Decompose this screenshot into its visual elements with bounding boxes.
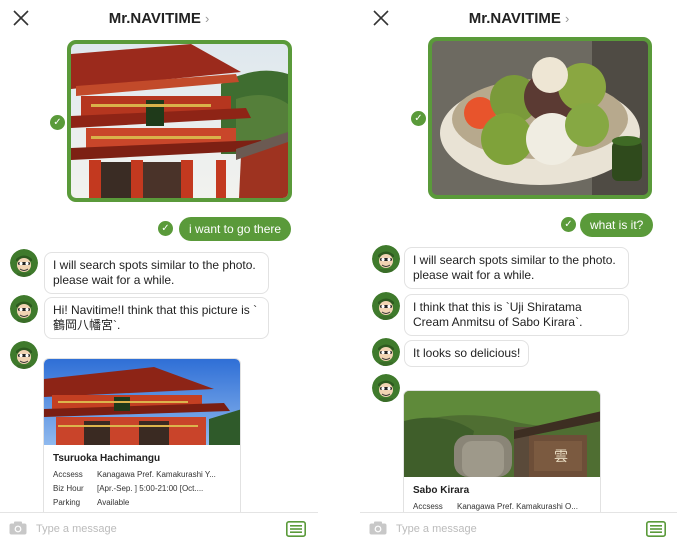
bot-avatar [10, 249, 38, 277]
chat-title[interactable]: Mr.NAVITIME › [360, 10, 677, 27]
chat-title-text: Mr.NAVITIME [468, 10, 561, 27]
bot-avatar [10, 341, 38, 369]
chat-title[interactable]: Mr.NAVITIME › [0, 10, 318, 27]
spot-info-row: Parking Available [53, 498, 130, 507]
user-message-bubble: what is it? [580, 213, 654, 237]
check-icon: ✓ [411, 111, 426, 126]
bot-avatar [372, 374, 400, 402]
spot-photo [44, 359, 240, 445]
shrine-photo [71, 44, 288, 198]
camera-icon[interactable] [369, 521, 387, 535]
keyboard-menu-icon[interactable] [286, 521, 306, 537]
spot-result-card[interactable]: Tsuruoka Hachimangu Accsess Kanagawa Pref… [43, 358, 241, 525]
chat-screen-left: Mr.NAVITIME › ✓ ✓ i want to go there I w… [0, 0, 318, 545]
sent-photo-message[interactable] [67, 40, 292, 202]
chevron-right-icon: › [564, 11, 570, 26]
check-icon: ✓ [158, 221, 173, 236]
spot-result-card[interactable]: 雲 Sabo Kirara Accsess Kanagawa Pref. Kama… [403, 390, 601, 529]
svg-text:雲: 雲 [554, 449, 568, 465]
message-input-bar [360, 512, 677, 545]
chat-header: Mr.NAVITIME › [0, 0, 318, 36]
spot-info-row: Biz Hour [Apr.-Sep. ] 5:00-21:00 [Oct.... [53, 484, 204, 493]
chevron-right-icon: › [204, 11, 210, 26]
camera-icon[interactable] [9, 521, 27, 535]
spot-info-row: Accsess Kanagawa Pref. Kamakurashi Y... [53, 470, 216, 479]
spot-photo: 雲 [404, 391, 600, 477]
check-icon: ✓ [561, 217, 576, 232]
spot-title: Sabo Kirara [413, 485, 470, 496]
bot-message-bubble: Hi! Navitime!I think that this picture i… [44, 297, 269, 339]
chat-header: Mr.NAVITIME › [360, 0, 677, 36]
user-message-bubble: i want to go there [179, 217, 292, 241]
spot-title: Tsuruoka Hachimangu [53, 453, 161, 464]
keyboard-menu-icon[interactable] [646, 521, 666, 537]
bot-message-bubble: I will search spots similar to the photo… [44, 252, 269, 294]
bot-avatar [10, 295, 38, 323]
dessert-photo [432, 41, 648, 195]
message-input-bar [0, 512, 318, 545]
bot-avatar [372, 292, 400, 320]
message-input[interactable] [396, 519, 636, 539]
bot-message-bubble: I think that this is `Uji Shiratama Crea… [404, 294, 629, 336]
bot-message-bubble: It looks so delicious! [404, 340, 530, 367]
check-icon: ✓ [50, 115, 65, 130]
chat-screen-right: Mr.NAVITIME › ✓ ✓ what is it? I will sea… [360, 0, 677, 545]
chat-title-text: Mr.NAVITIME [108, 10, 201, 27]
message-input[interactable] [36, 519, 276, 539]
bot-message-bubble: I will search spots similar to the photo… [404, 247, 629, 289]
bot-avatar [372, 245, 400, 273]
sent-photo-message[interactable] [428, 37, 652, 199]
bot-avatar [372, 338, 400, 366]
